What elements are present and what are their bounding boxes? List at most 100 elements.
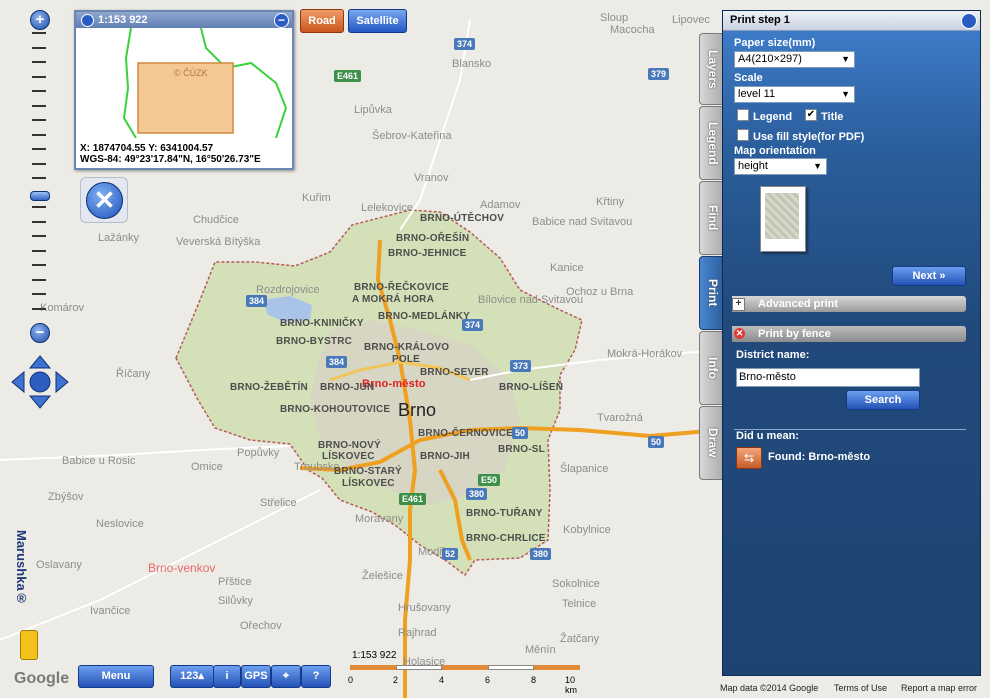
chevron-down-icon: ▼ [813,161,822,171]
place-label: Chudčice [193,214,239,226]
terms-link[interactable]: Terms of Use [834,683,887,693]
district-name-label: District name: [736,349,810,361]
place-label: Oslavany [36,559,82,571]
locate-button[interactable]: ⌖ [271,665,301,688]
place-label: Troubsko [294,461,340,473]
scale-tick: 2 [393,675,399,685]
print-by-fence-toggle[interactable]: ✕ Print by fence [732,326,966,342]
tab-info[interactable]: Info [699,331,724,405]
pan-down-icon [28,395,52,409]
next-label: Next » [912,270,946,282]
orientation-label: Map orientation [734,145,816,157]
collapse-icon: ✕ [734,328,745,339]
place-label: Neslovice [96,518,144,530]
place-label: Lelekovice [361,202,413,214]
zoom-tick [32,162,46,165]
road-north [399,19,471,231]
road-number-shield: 384 [326,356,348,368]
zoom-tick [32,90,46,92]
zoom-bar[interactable] [32,32,46,322]
scale-select-label: Scale [734,72,763,84]
place-label: Babice u Rosic [62,455,136,467]
district-label: BRNO-KRÁLOVO [364,342,450,353]
help-button[interactable]: ? [301,665,331,688]
tab-layers[interactable]: Layers [699,33,724,105]
zoom-out-button[interactable]: − [30,323,50,343]
place-label: Mokrá-Horákov [607,348,683,360]
crosshair-icon: ⌖ [282,670,290,682]
place-label: Ořechov [240,620,282,632]
district-label: BRNO-JIH [420,451,470,462]
zoom-in-button[interactable]: + [30,10,50,30]
road-number-shield: 374 [454,38,476,50]
info-icon[interactable] [81,14,94,27]
zoom-tick [32,249,46,252]
district-label: BRNO-KNINIČKY [280,318,364,329]
advanced-print-toggle[interactable]: + Advanced print [732,296,966,312]
place-label: Tvarožná [597,412,643,424]
pan-center-icon [29,371,51,393]
pan-left-icon [11,370,25,394]
scale-label: 1:153 922 [352,650,397,661]
scale-select-value: level 11 [738,88,776,100]
zoom-tick [32,104,46,107]
road-number-shield: 50 [648,436,665,448]
road-number-shield: 52 [442,548,459,560]
district-name-input[interactable]: Brno-město [736,368,920,387]
zoom-tick [32,61,46,63]
result-link-icon[interactable]: ⇆ [736,447,762,469]
place-label: Ivančice [90,605,131,617]
close-overview-button[interactable]: ✕ [80,177,128,223]
minimize-icon[interactable]: − [274,13,289,28]
paper-size-select[interactable]: A4(210×297) ▼ [734,51,855,68]
map-data-credit: Map data ©2014 Google [720,683,819,693]
zoom-slider-handle[interactable] [30,191,50,201]
district-label: BRNO-ŽEBĚTÍN [230,382,308,393]
info-button[interactable]: i [213,665,241,688]
pan-control[interactable] [10,354,70,410]
orientation-select[interactable]: height ▼ [734,158,827,175]
next-button[interactable]: Next » [892,266,966,286]
place-label: Veverská Bítýška [176,236,261,248]
gps-button[interactable]: GPS [241,665,271,688]
advanced-print-label: Advanced print [758,298,839,310]
scale-bar: 1:153 922 0 2 4 6 8 10 km [348,650,580,695]
chevron-down-icon: ▼ [841,54,850,64]
menu-button[interactable]: Menu [78,665,154,688]
gps-label: GPS [244,670,268,682]
scale-tick: 8 [531,675,537,685]
panel-toggle-icon[interactable] [961,13,977,29]
zoom-tick [32,32,46,34]
report-error-link[interactable]: Report a map error [901,683,977,693]
place-label: Lipůvka [354,104,392,116]
coords-wgs: WGS-84: 49°23'17.84"N, 16°50'26.73"E [80,154,261,165]
satellite-button[interactable]: Satellite [348,9,407,33]
scale-tick: 10 km [565,675,577,695]
found-result[interactable]: Found: Brno-město [768,451,870,463]
search-button[interactable]: Search [846,390,920,410]
road-button[interactable]: Road [300,9,344,33]
tab-legend[interactable]: Legend [699,106,724,180]
place-label: Žatčany [560,633,600,645]
scale-select[interactable]: level 11 ▼ [734,86,855,103]
place-label: Ochoz u Brna [566,286,634,298]
district-label: A MOKRÁ HORA [352,294,435,305]
road-number-shield: 380 [530,548,552,560]
measure-button[interactable]: 123▴ [170,665,214,688]
tab-print[interactable]: Print [699,256,724,330]
tab-find[interactable]: Find [699,181,724,255]
overview-map[interactable]: 1:153 922 − © ČÚZK X: 1874704.55 Y: 6341… [74,10,294,170]
title-checkbox[interactable]: ✔ [805,109,817,121]
orientation-value: height [738,160,768,172]
district-label: BRNO-TUŘANY [466,508,543,519]
place-label: Macocha [610,24,655,36]
tab-draw[interactable]: Draw [699,406,724,480]
print-panel: Print step 1 [722,10,981,676]
zoom-tick [32,206,46,208]
street-view-pegman-icon[interactable] [20,630,38,660]
fill-style-checkbox[interactable] [737,129,749,141]
overview-graphic [122,28,288,138]
legend-checkbox[interactable] [737,109,749,121]
zoom-tick [32,307,46,310]
menu-label: Menu [101,670,131,682]
